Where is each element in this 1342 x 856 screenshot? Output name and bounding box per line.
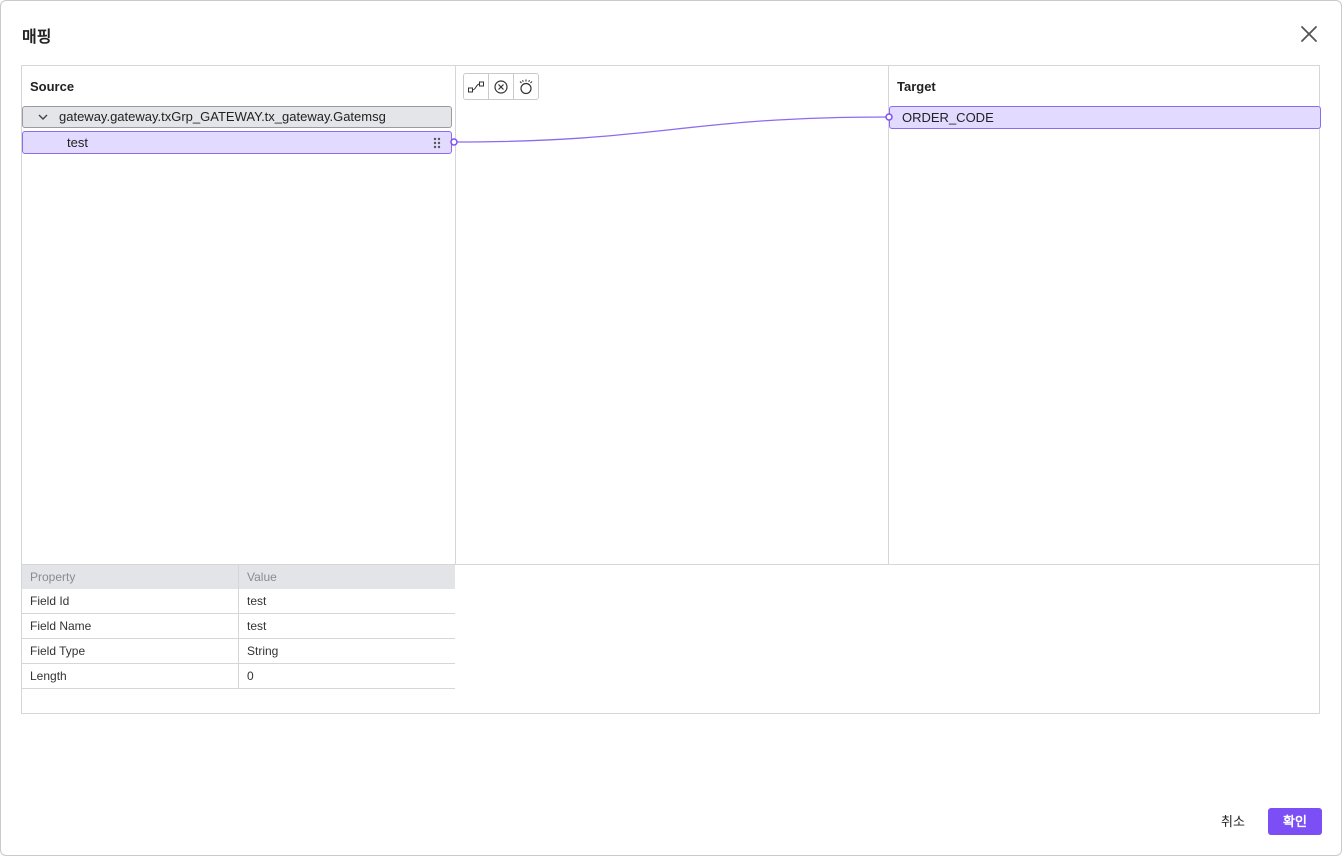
property-value: test: [238, 613, 455, 639]
table-row: Field Type String: [22, 638, 455, 664]
confirm-button[interactable]: 확인: [1268, 808, 1322, 835]
source-header: Source: [30, 79, 75, 94]
mapping-toolbar: [463, 73, 539, 100]
target-header: Target: [897, 79, 936, 94]
source-field-item[interactable]: test: [22, 131, 452, 154]
auto-map-icon: [468, 81, 484, 92]
source-field-label: test: [67, 135, 88, 150]
property-name: Field Id: [22, 589, 239, 614]
suggest-mapping-button[interactable]: [514, 74, 538, 99]
property-name: Field Name: [22, 613, 239, 639]
target-field-item[interactable]: ORDER_CODE: [889, 106, 1321, 129]
target-panel: Target ORDER_CODE: [888, 66, 1321, 564]
property-column-header: Property: [22, 565, 239, 589]
chevron-down-icon[interactable]: [37, 112, 49, 122]
source-panel: Source gateway.gateway.txGrp_GATEWAY.tx_…: [22, 66, 456, 564]
lightbulb-icon: [519, 79, 533, 94]
dialog-title: 매핑: [22, 29, 52, 46]
property-value: test: [238, 589, 455, 614]
mapping-editor: Source gateway.gateway.txGrp_GATEWAY.tx_…: [21, 65, 1321, 714]
table-row: Length 0: [22, 663, 455, 689]
target-field-label: ORDER_CODE: [902, 110, 994, 125]
cancel-button[interactable]: 취소: [1213, 808, 1253, 835]
property-name: Field Type: [22, 638, 239, 664]
table-row: Field Name test: [22, 613, 455, 639]
clear-mapping-button[interactable]: [489, 74, 514, 99]
property-name: Length: [22, 663, 239, 689]
mapping-canvas[interactable]: [455, 66, 888, 564]
property-value: String: [238, 638, 455, 664]
close-icon: [1301, 26, 1317, 42]
close-button[interactable]: [1297, 22, 1321, 46]
source-tree-group[interactable]: gateway.gateway.txGrp_GATEWAY.tx_gateway…: [22, 106, 452, 128]
mapping-dialog: 매핑 Source gateway.gateway.txGrp_GATEWAY.…: [0, 0, 1342, 856]
drag-handle-icon[interactable]: [432, 137, 442, 149]
clear-mapping-icon: [494, 79, 508, 94]
source-group-label: gateway.gateway.txGrp_GATEWAY.tx_gateway…: [59, 109, 386, 124]
auto-map-button[interactable]: [464, 74, 489, 99]
property-table: Property Value Field Id test Field Name …: [22, 565, 455, 689]
property-table-header: Property Value: [22, 565, 455, 589]
table-row: Field Id test: [22, 589, 455, 614]
value-column-header: Value: [238, 565, 455, 589]
property-value: 0: [238, 663, 455, 689]
